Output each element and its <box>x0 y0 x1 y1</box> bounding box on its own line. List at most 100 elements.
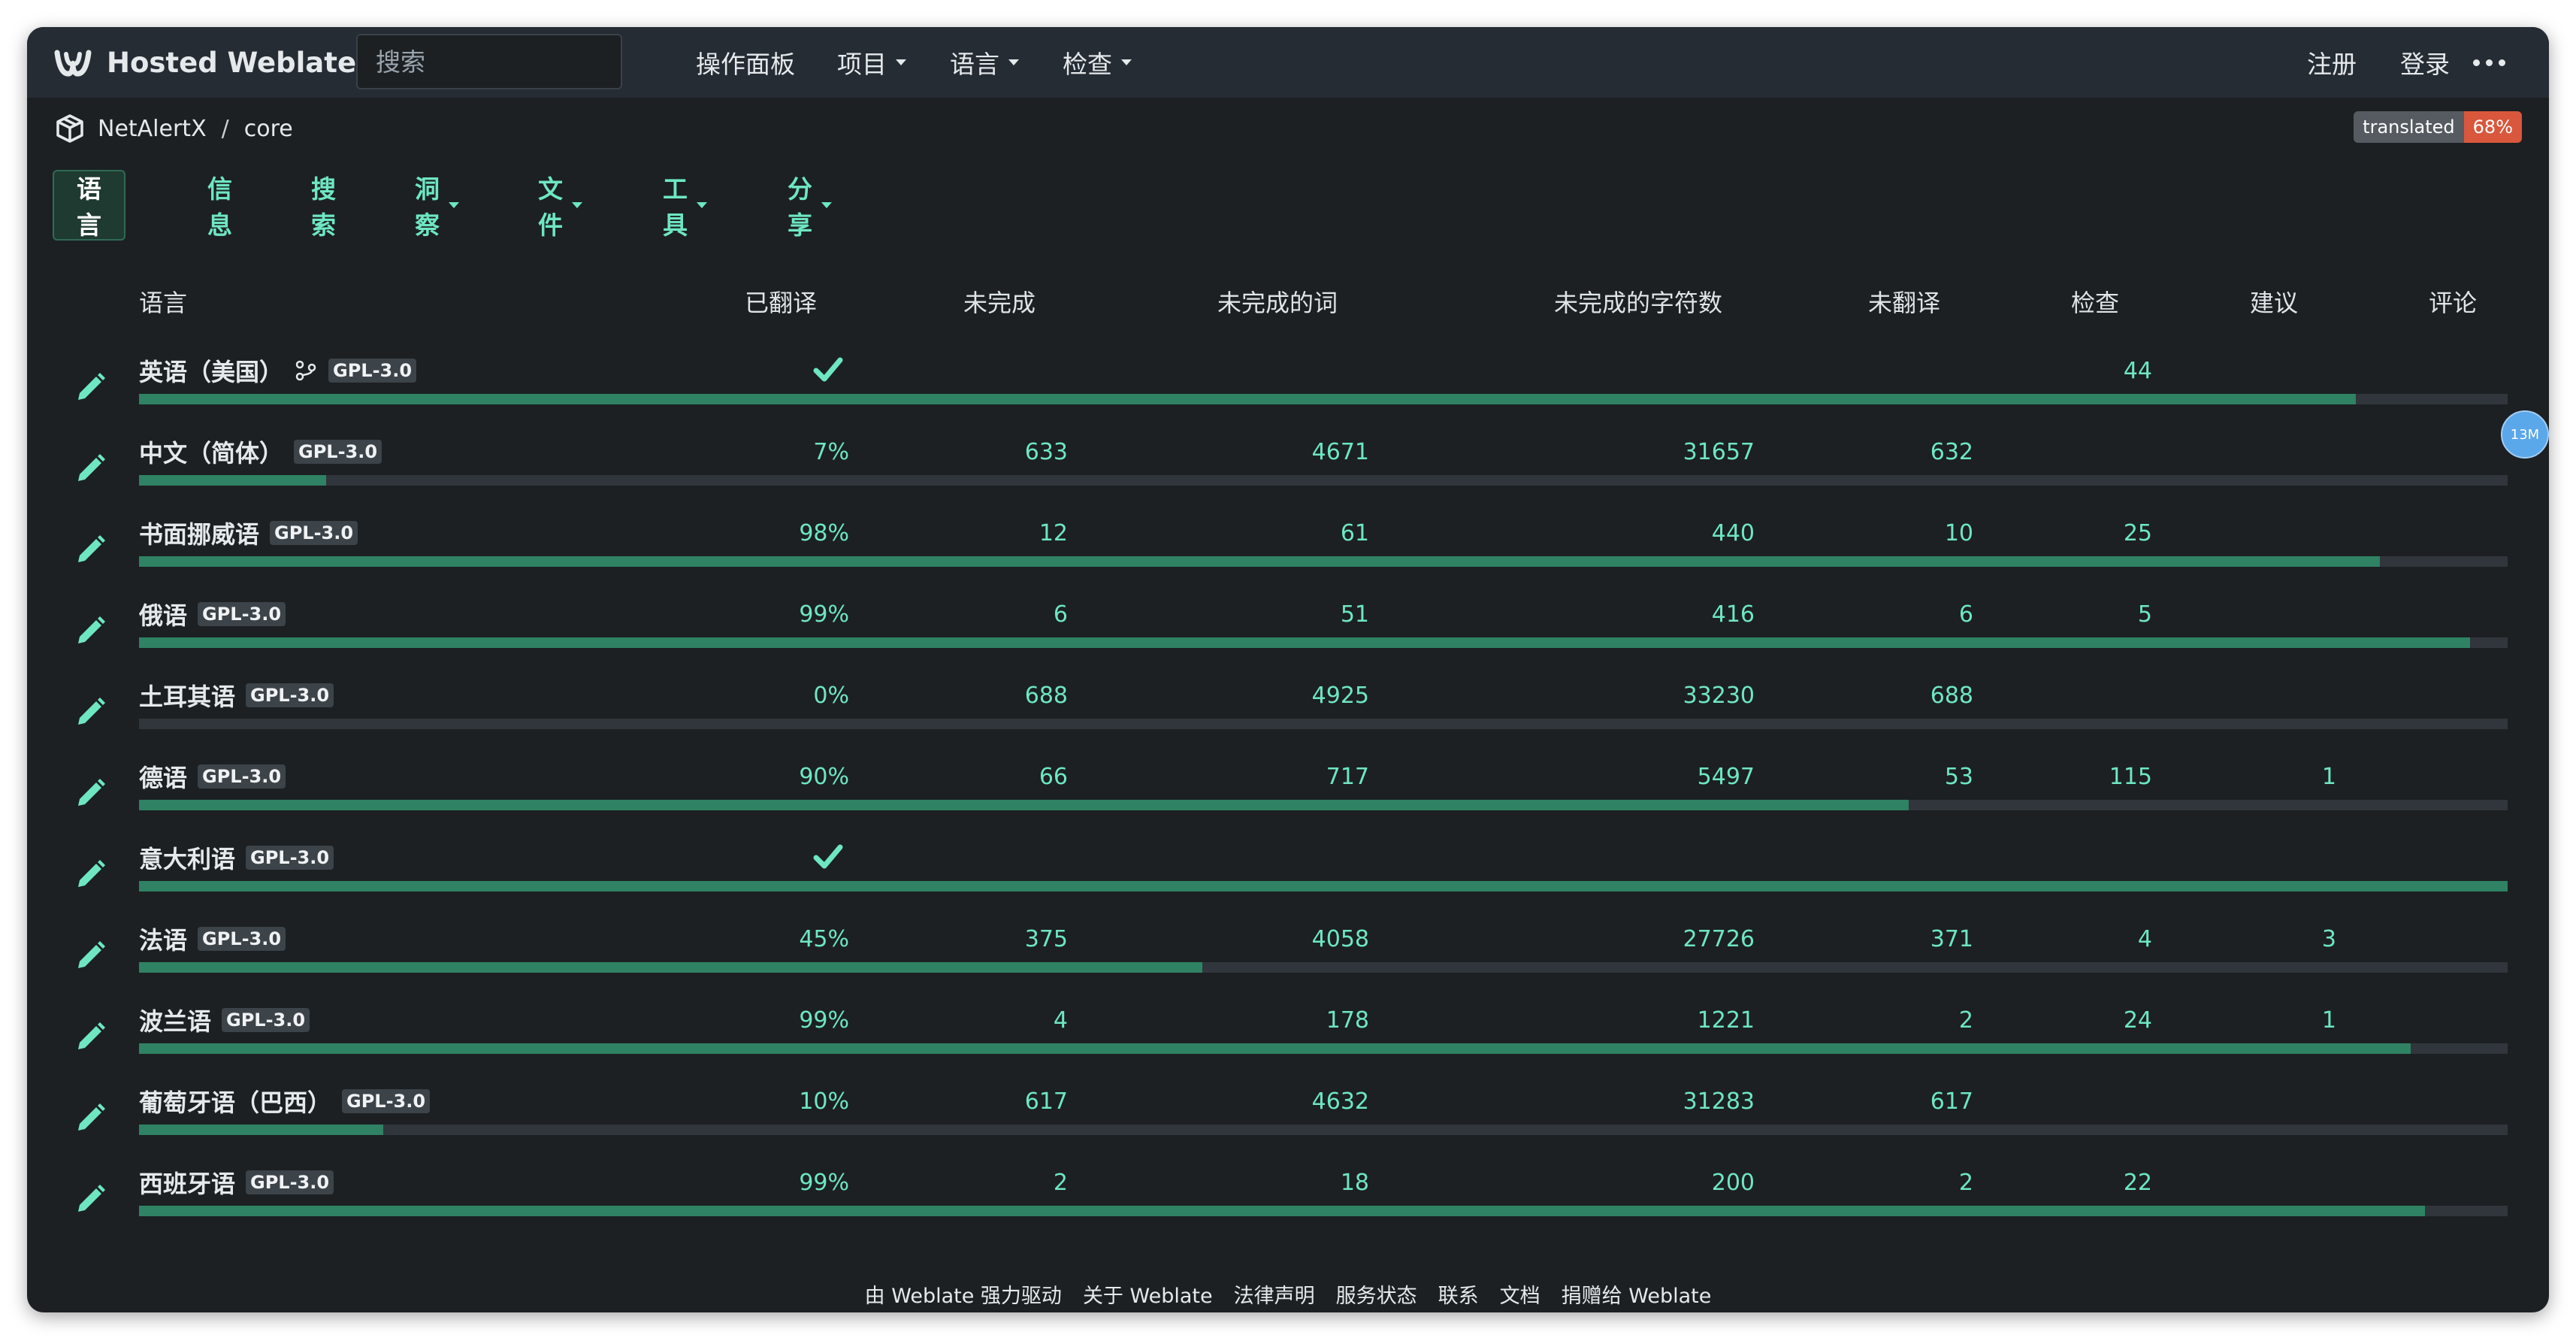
nav-checks[interactable]: 检查 <box>1063 27 1132 98</box>
footer-donate[interactable]: 捐赠给 Weblate <box>1562 1279 1712 1309</box>
cell-untranslated[interactable]: 53 <box>1945 758 1973 795</box>
header-unfinished-chars[interactable]: 未完成的字符数 <box>1554 283 1722 320</box>
cell-unfinished-chars[interactable]: 31657 <box>1683 433 1755 471</box>
cell-unfinished-chars[interactable]: 5497 <box>1698 758 1755 795</box>
edit-pencil-icon[interactable] <box>72 776 108 812</box>
cell-untranslated[interactable]: 2 <box>1959 1001 1973 1039</box>
cell-untranslated[interactable]: 371 <box>1930 920 1973 958</box>
nav-projects[interactable]: 项目 <box>837 27 906 98</box>
cell-unfinished-chars[interactable]: 440 <box>1712 514 1755 552</box>
login-link[interactable]: 登录 <box>2400 27 2450 98</box>
license-badge[interactable]: GPL-3.0 <box>342 1089 431 1113</box>
language-name-cell[interactable]: 中文（简体） GPL-3.0 <box>139 433 382 471</box>
cell-unfinished-words[interactable]: 4671 <box>1312 433 1369 471</box>
nav-dashboard[interactable]: 操作面板 <box>696 27 795 98</box>
cell-checks[interactable]: 5 <box>2138 595 2152 633</box>
edit-pencil-icon[interactable] <box>72 695 108 731</box>
edit-pencil-icon[interactable] <box>72 857 108 893</box>
cell-unfinished[interactable]: 2 <box>1054 1164 1068 1201</box>
cell-unfinished-words[interactable]: 4632 <box>1312 1082 1369 1120</box>
cell-unfinished[interactable]: 375 <box>1025 920 1068 958</box>
edit-pencil-icon[interactable] <box>72 613 108 649</box>
header-translated[interactable]: 已翻译 <box>745 283 817 320</box>
tab-search[interactable]: 搜索 <box>311 170 336 241</box>
cell-unfinished-chars[interactable]: 31283 <box>1683 1082 1755 1120</box>
tab-languages[interactable]: 语言 <box>53 170 125 241</box>
search-input[interactable] <box>356 34 622 89</box>
cell-unfinished-chars[interactable]: 416 <box>1712 595 1755 633</box>
cell-unfinished-words[interactable]: 51 <box>1341 595 1369 633</box>
floating-badge[interactable]: 13M <box>2501 410 2549 459</box>
cell-unfinished-chars[interactable]: 1221 <box>1698 1001 1755 1039</box>
footer-docs[interactable]: 文档 <box>1500 1279 1540 1309</box>
license-badge[interactable]: GPL-3.0 <box>246 683 334 707</box>
license-badge[interactable]: GPL-3.0 <box>246 1170 334 1194</box>
footer-legal[interactable]: 法律声明 <box>1234 1279 1315 1309</box>
cell-checks[interactable]: 115 <box>2109 758 2152 795</box>
cell-untranslated[interactable]: 6 <box>1959 595 1973 633</box>
cell-unfinished-chars[interactable]: 27726 <box>1683 920 1755 958</box>
cell-unfinished[interactable]: 6 <box>1054 595 1068 633</box>
cell-untranslated[interactable]: 617 <box>1930 1082 1973 1120</box>
cell-checks[interactable]: 4 <box>2138 920 2152 958</box>
tab-share[interactable]: 分享 <box>788 170 832 241</box>
breadcrumb-project[interactable]: NetAlertX <box>98 116 207 142</box>
language-name-cell[interactable]: 波兰语 GPL-3.0 <box>139 1001 310 1039</box>
header-suggestions[interactable]: 建议 <box>2250 283 2298 320</box>
language-name-cell[interactable]: 书面挪威语 GPL-3.0 <box>139 514 358 552</box>
cell-unfinished-chars[interactable]: 33230 <box>1683 677 1755 714</box>
edit-pencil-icon[interactable] <box>72 938 108 974</box>
register-link[interactable]: 注册 <box>2307 27 2357 98</box>
header-unfinished-words[interactable]: 未完成的词 <box>1217 283 1338 320</box>
cell-untranslated[interactable]: 688 <box>1930 677 1973 714</box>
cell-unfinished[interactable]: 617 <box>1025 1082 1068 1120</box>
license-badge[interactable]: GPL-3.0 <box>222 1008 310 1032</box>
edit-pencil-icon[interactable] <box>72 1019 108 1055</box>
edit-pencil-icon[interactable] <box>72 370 108 406</box>
brand-link[interactable]: Hosted Weblate <box>53 27 356 98</box>
translated-badge[interactable]: translated 68% <box>2354 111 2522 143</box>
language-name-cell[interactable]: 西班牙语 GPL-3.0 <box>139 1164 334 1201</box>
cell-untranslated[interactable]: 632 <box>1930 433 1973 471</box>
cell-untranslated[interactable]: 2 <box>1959 1164 1973 1201</box>
cell-unfinished-words[interactable]: 4058 <box>1312 920 1369 958</box>
cell-checks[interactable]: 25 <box>2124 514 2152 552</box>
header-language[interactable]: 语言 <box>139 283 187 320</box>
tab-insights[interactable]: 洞察 <box>415 170 459 241</box>
license-badge[interactable]: GPL-3.0 <box>246 846 334 870</box>
edit-pencil-icon[interactable] <box>72 1100 108 1137</box>
header-comments[interactable]: 评论 <box>2429 283 2477 320</box>
license-badge[interactable]: GPL-3.0 <box>198 764 286 789</box>
cell-unfinished-words[interactable]: 61 <box>1341 514 1369 552</box>
cell-unfinished-words[interactable]: 18 <box>1341 1164 1369 1201</box>
cell-unfinished-words[interactable]: 4925 <box>1312 677 1369 714</box>
header-untranslated[interactable]: 未翻译 <box>1868 283 1940 320</box>
license-badge[interactable]: GPL-3.0 <box>328 359 417 383</box>
language-name-cell[interactable]: 意大利语 GPL-3.0 <box>139 839 334 876</box>
footer-contact[interactable]: 联系 <box>1438 1279 1479 1309</box>
license-badge[interactable]: GPL-3.0 <box>270 521 358 545</box>
tab-files[interactable]: 文件 <box>538 170 582 241</box>
edit-pencil-icon[interactable] <box>72 451 108 487</box>
tab-info[interactable]: 信息 <box>207 170 232 241</box>
cell-unfinished[interactable]: 633 <box>1025 433 1068 471</box>
language-name-cell[interactable]: 土耳其语 GPL-3.0 <box>139 677 334 714</box>
cell-suggestions[interactable]: 3 <box>2322 920 2336 958</box>
cell-checks[interactable]: 24 <box>2124 1001 2152 1039</box>
edit-pencil-icon[interactable] <box>72 532 108 568</box>
language-name-cell[interactable]: 英语（美国） GPL-3.0 <box>139 352 417 389</box>
cell-checks[interactable]: 44 <box>2124 352 2152 389</box>
cell-suggestions[interactable]: 1 <box>2322 1001 2336 1039</box>
edit-pencil-icon[interactable] <box>72 1182 108 1218</box>
license-badge[interactable]: GPL-3.0 <box>198 602 286 626</box>
header-checks[interactable]: 检查 <box>2071 283 2119 320</box>
more-menu-icon[interactable] <box>2473 27 2505 98</box>
cell-unfinished-words[interactable]: 717 <box>1326 758 1369 795</box>
cell-unfinished[interactable]: 4 <box>1054 1001 1068 1039</box>
cell-unfinished-chars[interactable]: 200 <box>1712 1164 1755 1201</box>
footer-about[interactable]: 关于 Weblate <box>1083 1279 1213 1309</box>
header-unfinished[interactable]: 未完成 <box>963 283 1036 320</box>
cell-unfinished-words[interactable]: 178 <box>1326 1001 1369 1039</box>
tab-tools[interactable]: 工具 <box>663 170 707 241</box>
nav-languages[interactable]: 语言 <box>950 27 1019 98</box>
